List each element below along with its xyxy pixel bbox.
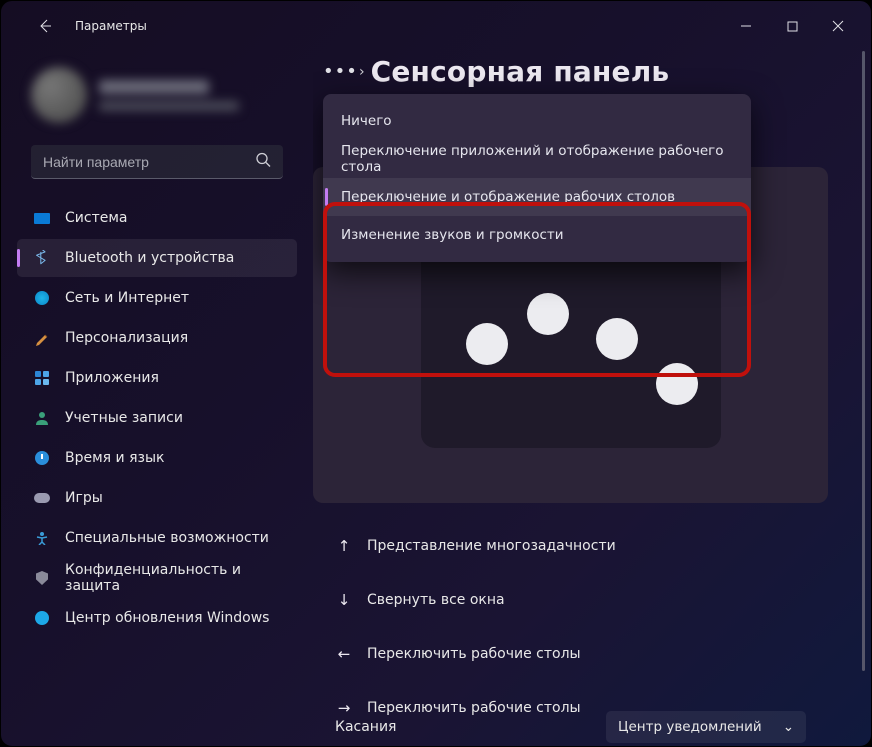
window-controls: [723, 9, 861, 43]
nav-system[interactable]: Система: [17, 199, 297, 237]
arrow-up-icon: ↑: [335, 537, 353, 555]
profile-section[interactable]: [11, 57, 303, 137]
nav-gaming[interactable]: Игры: [17, 479, 297, 517]
nav-label: Сеть и Интернет: [65, 290, 189, 306]
titlebar: Параметры: [1, 1, 871, 51]
gesture-dropdown: Ничего Переключение приложений и отображ…: [323, 94, 751, 262]
nav-time-language[interactable]: Время и язык: [17, 439, 297, 477]
nav: Система Bluetooth и устройства Сеть и Ин…: [11, 199, 303, 637]
nav-label: Система: [65, 210, 127, 226]
profile-email: [99, 101, 239, 111]
nav-label: Конфиденциальность и защита: [65, 562, 281, 594]
taps-row: Касания Центр уведомлений ⌄: [313, 708, 828, 746]
accessibility-icon: [33, 529, 51, 547]
maximize-icon: [787, 21, 798, 32]
nav-label: Учетные записи: [65, 410, 183, 426]
nav-windows-update[interactable]: Центр обновления Windows: [17, 599, 297, 637]
dropdown-option-switch-apps-desktop[interactable]: Переключение приложений и отображение ра…: [323, 140, 751, 178]
taps-label: Касания: [335, 719, 396, 735]
chevron-right-icon: ›: [359, 64, 365, 80]
network-icon: [33, 289, 51, 307]
nav-apps[interactable]: Приложения: [17, 359, 297, 397]
arrow-left-icon: [37, 18, 53, 34]
arrow-left-icon: ←: [335, 645, 353, 663]
system-icon: [33, 209, 51, 227]
bluetooth-icon: [33, 249, 51, 267]
dropdown-option-nothing[interactable]: Ничего: [323, 102, 751, 140]
finger-dot-icon: [527, 293, 569, 335]
accounts-icon: [33, 409, 51, 427]
sidebar: Система Bluetooth и устройства Сеть и Ин…: [1, 51, 313, 746]
gaming-icon: [33, 489, 51, 507]
window-title: Параметры: [75, 19, 147, 33]
gesture-row-down[interactable]: ↓ Свернуть все окна: [313, 573, 828, 627]
maximize-button[interactable]: [769, 9, 815, 43]
nav-personalization[interactable]: Персонализация: [17, 319, 297, 357]
dropdown-option-label: Переключение и отображение рабочих столо…: [341, 189, 675, 205]
page-title: Сенсорная панель: [371, 55, 670, 88]
gesture-row-up[interactable]: ↑ Представление многозадачности: [313, 519, 828, 573]
chevron-down-icon: ⌄: [783, 719, 794, 735]
apps-icon: [33, 369, 51, 387]
nav-label: Персонализация: [65, 330, 188, 346]
settings-window: Параметры Система B: [0, 0, 872, 747]
avatar: [31, 67, 87, 123]
nav-bluetooth-devices[interactable]: Bluetooth и устройства: [17, 239, 297, 277]
search-input[interactable]: [31, 145, 283, 179]
main-content: ••• › Сенсорная панель Ничего Переключен…: [313, 51, 871, 746]
time-icon: [33, 449, 51, 467]
nav-accessibility[interactable]: Специальные возможности: [17, 519, 297, 557]
nav-label: Игры: [65, 490, 103, 506]
privacy-icon: [33, 569, 51, 587]
profile-name: [99, 80, 209, 94]
gesture-list: ↑ Представление многозадачности ↓ Свернуть…: [313, 519, 828, 735]
nav-label: Специальные возможности: [65, 530, 269, 546]
gesture-row-left[interactable]: ← Переключить рабочие столы: [313, 627, 828, 681]
dropdown-option-label: Переключение приложений и отображение ра…: [341, 143, 733, 175]
gesture-label: Свернуть все окна: [367, 592, 505, 608]
nav-label: Центр обновления Windows: [65, 610, 269, 626]
dropdown-option-label: Изменение звуков и громкости: [341, 227, 564, 243]
finger-dot-icon: [466, 323, 508, 365]
back-button[interactable]: [29, 10, 61, 42]
scrollbar[interactable]: [862, 51, 865, 671]
dropdown-option-volume[interactable]: Изменение звуков и громкости: [323, 216, 751, 254]
search-wrap: [31, 145, 283, 179]
gesture-label: Представление многозадачности: [367, 538, 616, 554]
nav-network[interactable]: Сеть и Интернет: [17, 279, 297, 317]
minimize-button[interactable]: [723, 9, 769, 43]
close-button[interactable]: [815, 9, 861, 43]
header-row: ••• › Сенсорная панель: [323, 55, 859, 88]
personalization-icon: [33, 329, 51, 347]
close-icon: [832, 20, 844, 32]
update-icon: [33, 609, 51, 627]
nav-label: Время и язык: [65, 450, 164, 466]
nav-label: Bluetooth и устройства: [65, 250, 234, 266]
dropdown-option-switch-desktops[interactable]: Переключение и отображение рабочих столо…: [323, 178, 751, 216]
arrow-down-icon: ↓: [335, 591, 353, 609]
nav-privacy[interactable]: Конфиденциальность и защита: [17, 559, 297, 597]
finger-dot-icon: [656, 363, 698, 405]
select-value: Центр уведомлений: [618, 719, 762, 735]
taps-select[interactable]: Центр уведомлений ⌄: [606, 711, 806, 743]
finger-dot-icon: [596, 318, 638, 360]
nav-label: Приложения: [65, 370, 159, 386]
minimize-icon: [740, 20, 752, 32]
gesture-label: Переключить рабочие столы: [367, 646, 581, 662]
dropdown-option-label: Ничего: [341, 113, 392, 129]
breadcrumb-ellipsis[interactable]: •••: [323, 61, 353, 82]
nav-accounts[interactable]: Учетные записи: [17, 399, 297, 437]
